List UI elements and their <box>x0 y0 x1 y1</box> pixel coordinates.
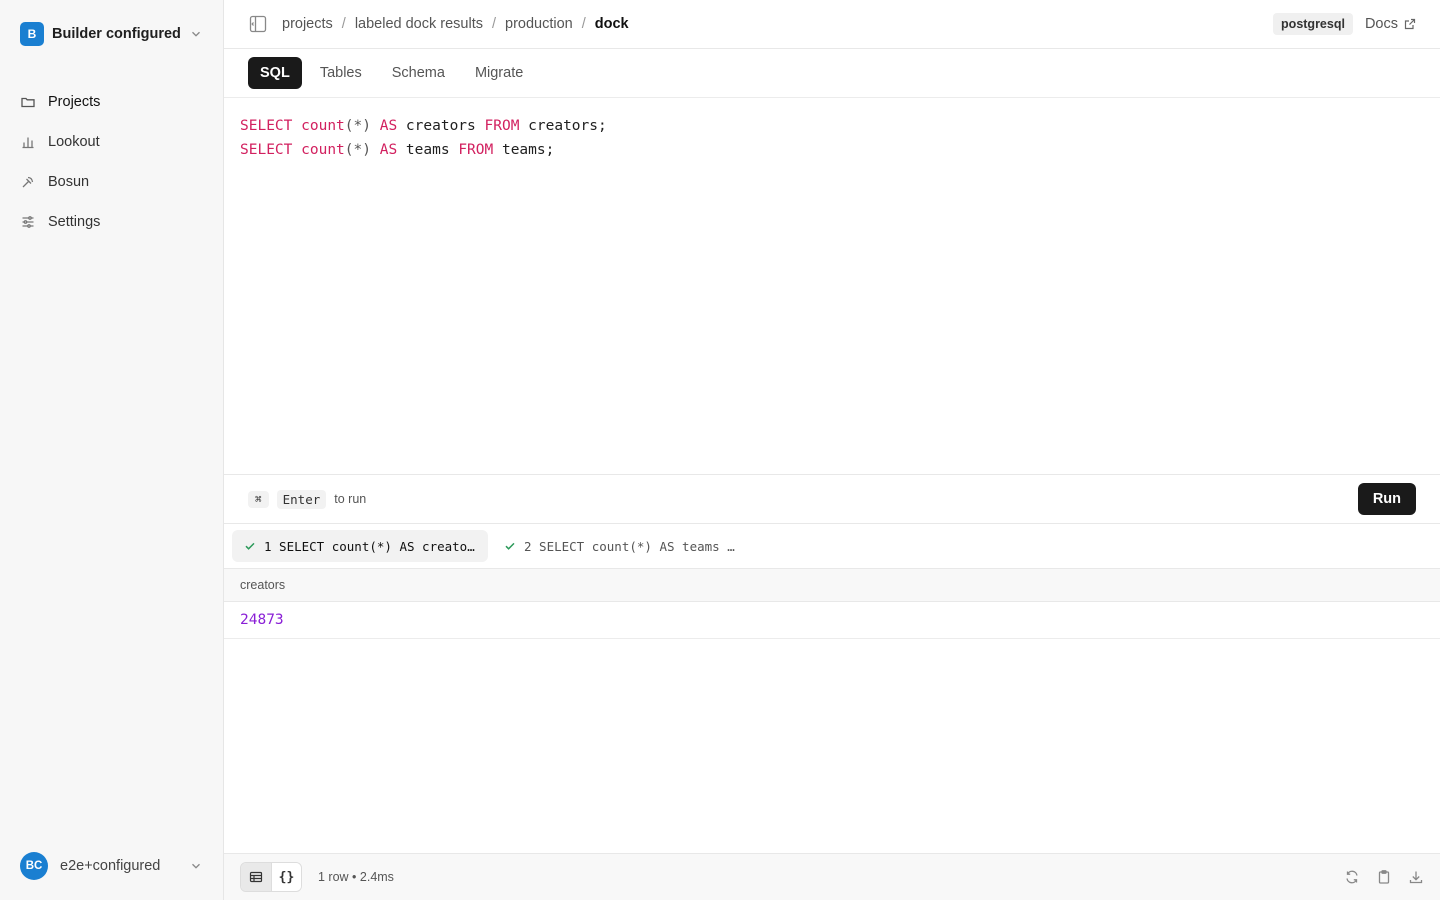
sidebar-item-bosun[interactable]: Bosun <box>0 162 223 202</box>
user-name: e2e+configured <box>60 858 161 874</box>
external-link-icon <box>1404 18 1416 30</box>
tab-sql[interactable]: SQL <box>248 57 302 89</box>
table-view-button[interactable] <box>241 863 271 891</box>
top-right-actions: postgresql Docs <box>1273 13 1416 35</box>
engine-badge: postgresql <box>1273 13 1353 35</box>
sql-function: count <box>301 118 345 134</box>
braces-icon: {} <box>278 869 295 885</box>
breadcrumb-project[interactable]: labeled dock results <box>355 16 483 32</box>
chevron-down-icon <box>192 31 200 37</box>
pickaxe-icon <box>22 176 34 188</box>
refresh-icon[interactable] <box>1344 869 1360 885</box>
sql-keyword: SELECT <box>240 142 293 158</box>
sidebar-item-lookout[interactable]: Lookout <box>0 122 223 162</box>
editor-line: SELECT count(*) AS creators FROM creator… <box>240 114 1424 138</box>
results-footer: {} 1 row • 2.4ms <box>224 853 1440 900</box>
sidebar: B Builder configured Projects Lookout Bo… <box>0 0 224 900</box>
sidebar-item-label: Lookout <box>48 134 100 150</box>
table-row[interactable]: 24873 <box>224 602 1440 639</box>
download-icon[interactable] <box>1408 869 1424 885</box>
sidebar-toggle-icon[interactable] <box>248 14 268 34</box>
avatar: BC <box>20 852 48 880</box>
org-badge: B <box>20 22 44 46</box>
sidebar-item-label: Bosun <box>48 174 90 190</box>
bar-chart-icon <box>22 137 34 149</box>
org-switcher[interactable]: B Builder configured <box>0 0 223 68</box>
sql-keyword: AS <box>379 142 398 158</box>
sql-table: creators; <box>528 118 607 134</box>
sidebar-item-label: Projects <box>48 94 101 110</box>
sidebar-item-label: Settings <box>48 214 101 230</box>
folder-icon <box>21 97 35 108</box>
json-view-button[interactable]: {} <box>271 863 301 891</box>
shortcut-key-cmd: ⌘ <box>248 490 269 508</box>
sidebar-nav: Projects Lookout Bosun Settings <box>0 68 223 242</box>
view-toggle: {} <box>240 862 302 892</box>
run-bar: ⌘ Enter to run Run <box>224 474 1440 524</box>
table-cell: 24873 <box>240 612 284 628</box>
statement-tab-2[interactable]: 2 SELECT count(*) AS teams FROM teams <box>492 530 748 562</box>
sidebar-item-projects[interactable]: Projects <box>0 82 223 122</box>
chevron-down-icon <box>192 863 200 869</box>
sql-alias: creators <box>405 118 476 134</box>
sql-table: teams; <box>501 142 555 158</box>
statement-tab-1[interactable]: 1 SELECT count(*) AS creators FROM creat… <box>232 530 488 562</box>
sql-alias: teams <box>405 142 450 158</box>
tab-migrate[interactable]: Migrate <box>463 57 535 89</box>
check-icon <box>245 542 255 550</box>
breadcrumb-environment[interactable]: production <box>505 16 573 32</box>
breadcrumb-projects[interactable]: projects <box>282 16 333 32</box>
run-hint: to run <box>334 492 367 506</box>
editor-line: SELECT count(*) AS teams FROM teams; <box>240 138 1424 162</box>
top-bar: projects / labeled dock results / produc… <box>224 0 1440 49</box>
sql-function: count <box>301 142 345 158</box>
breadcrumb: projects / labeled dock results / produc… <box>282 16 629 32</box>
sql-args: (*) <box>344 142 371 158</box>
shortcut-key-enter: Enter <box>276 489 327 509</box>
column-header: creators <box>240 578 286 592</box>
docs-link[interactable]: Docs <box>1365 16 1416 32</box>
sliders-icon <box>22 216 34 228</box>
clipboard-icon[interactable] <box>1376 869 1392 885</box>
sidebar-item-settings[interactable]: Settings <box>0 202 223 242</box>
sql-keyword: FROM <box>484 118 520 134</box>
table-icon <box>249 871 263 883</box>
user-switcher[interactable]: BC e2e+configured <box>0 832 223 900</box>
breadcrumb-database: dock <box>594 16 629 32</box>
breadcrumb-separator: / <box>581 16 586 32</box>
statement-label: 2 SELECT count(*) AS teams FROM teams <box>524 538 736 554</box>
run-button[interactable]: Run <box>1357 483 1416 515</box>
statement-label: 1 SELECT count(*) AS creators FROM creat… <box>264 538 476 554</box>
footer-actions <box>1344 869 1424 885</box>
tab-tables[interactable]: Tables <box>308 57 374 89</box>
row-meta: 1 row • 2.4ms <box>318 870 394 884</box>
sql-editor[interactable]: SELECT count(*) AS creators FROM creator… <box>224 98 1440 474</box>
org-name: Builder configured <box>52 26 181 42</box>
sql-keyword: AS <box>379 118 398 134</box>
main-area: projects / labeled dock results / produc… <box>224 0 1440 900</box>
breadcrumb-separator: / <box>491 16 497 32</box>
docs-label: Docs <box>1364 16 1398 32</box>
check-icon <box>505 542 515 550</box>
results-table: creators 24873 <box>224 569 1440 853</box>
statement-tabs: 1 SELECT count(*) AS creators FROM creat… <box>224 524 1440 569</box>
sql-keyword: SELECT <box>240 118 293 134</box>
results-header: creators <box>224 569 1440 602</box>
sql-args: (*) <box>344 118 371 134</box>
database-tabs: SQL Tables Schema Migrate <box>224 49 1440 98</box>
sql-keyword: FROM <box>458 142 494 158</box>
tab-schema[interactable]: Schema <box>380 57 457 89</box>
breadcrumb-separator: / <box>341 16 346 32</box>
